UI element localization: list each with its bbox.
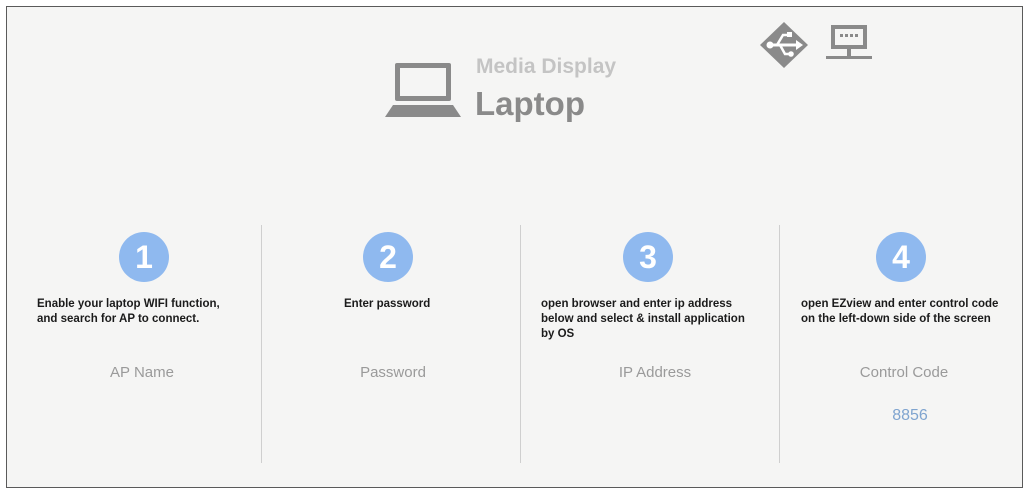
step-number-badge: 4	[876, 232, 926, 282]
step-2: 2 Enter password Password	[307, 227, 557, 457]
step-description: open EZview and enter control code on th…	[801, 298, 999, 325]
page-title: Laptop	[475, 85, 585, 122]
step-number-badge: 2	[363, 232, 413, 282]
title-block: Media Display Laptop	[385, 51, 685, 131]
step-number-badge: 3	[623, 232, 673, 282]
step-3: 3 open browser and enter ip address belo…	[541, 227, 791, 457]
control-code-value: 8856	[892, 407, 928, 424]
step-4: 4 open EZview and enter control code on …	[801, 227, 1028, 457]
laptop-icon	[385, 63, 461, 117]
step-1: 1 Enable your laptop WIFI function, and …	[37, 227, 287, 457]
password-label: Password	[360, 364, 426, 381]
control-code-label: Control Code	[859, 364, 949, 381]
media-display-screen: Media Display Laptop 1 Enable your lapto…	[6, 6, 1023, 488]
ip-address-label: IP Address	[618, 364, 692, 381]
step-number-badge: 1	[119, 232, 169, 282]
usb-icon[interactable]	[759, 21, 809, 69]
step-description: Enable your laptop WIFI function, and se…	[37, 298, 220, 325]
step-description: open browser and enter ip address below …	[541, 298, 745, 340]
ap-name-label: AP Name	[110, 364, 174, 381]
header-subtitle: Media Display	[476, 55, 617, 78]
network-icon[interactable]	[825, 23, 873, 65]
